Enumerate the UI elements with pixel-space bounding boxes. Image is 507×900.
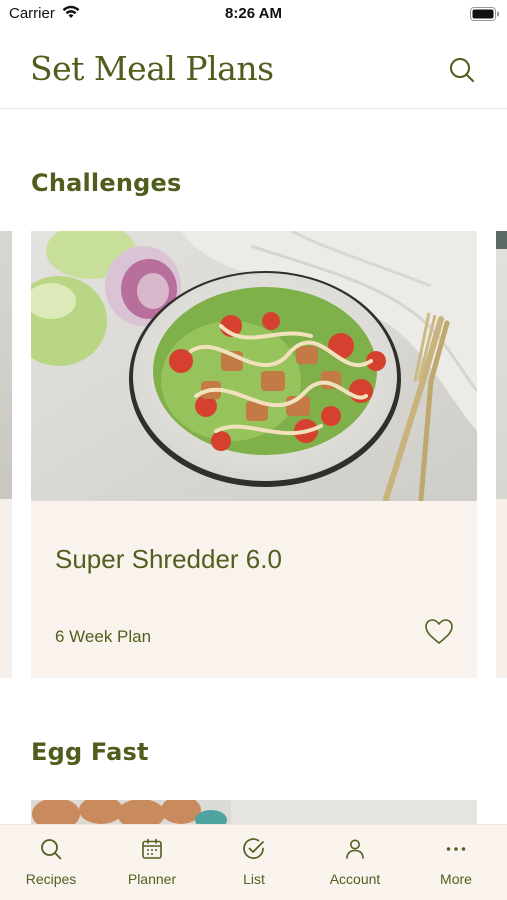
tab-account[interactable]: Account (305, 825, 405, 900)
tab-label-more: More (440, 871, 472, 887)
favorite-button[interactable] (423, 616, 455, 648)
meal-plan-card[interactable]: Super Shredder 6.0 6 Week Plan (31, 231, 477, 678)
card-subtitle: 6 Week Plan (55, 627, 152, 646)
card-title: Super Shredder 6.0 (55, 544, 282, 574)
search-button[interactable] (444, 52, 480, 88)
page-title: Set Meal Plans (30, 49, 274, 88)
check-circle-icon (243, 838, 264, 859)
tab-bar: Recipes Planner List Account More (0, 824, 507, 900)
tab-list[interactable]: List (204, 825, 304, 900)
search-icon (450, 58, 474, 82)
section-title-egg-fast: Egg Fast (31, 738, 149, 766)
header: Set Meal Plans (0, 30, 507, 109)
card-image-salad (31, 231, 477, 501)
tab-recipes[interactable]: Recipes (1, 825, 101, 900)
calendar-icon (142, 838, 162, 859)
card-peek-left[interactable] (0, 231, 12, 678)
status-time: 8:26 AM (225, 5, 282, 22)
tab-more[interactable]: More (406, 825, 506, 900)
tab-label-account: Account (329, 871, 381, 887)
peek-image-right (496, 231, 507, 499)
tab-label-recipes: Recipes (25, 871, 77, 887)
tab-label-planner: Planner (127, 871, 177, 887)
search-icon (41, 839, 62, 860)
tab-planner[interactable]: Planner (102, 825, 202, 900)
battery-icon (470, 7, 499, 21)
tab-label-list: List (243, 871, 265, 887)
heart-icon (425, 619, 453, 644)
more-dots-icon (446, 847, 466, 851)
peek-image-left (0, 231, 12, 499)
status-bar: Carrier 8:26 AM (0, 0, 507, 30)
section-title-challenges: Challenges (31, 169, 182, 197)
person-icon (346, 839, 364, 859)
card-peek-right[interactable] (496, 231, 507, 678)
